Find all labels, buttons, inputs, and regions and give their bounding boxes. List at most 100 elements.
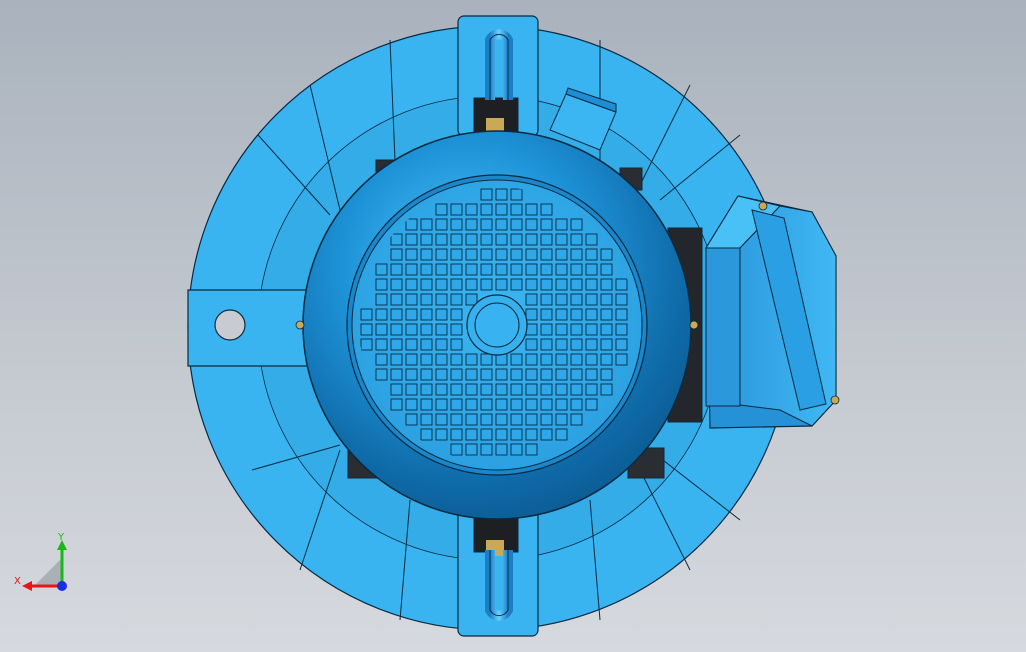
grille-opening — [555, 263, 568, 276]
grille-opening — [540, 293, 553, 306]
grille-opening — [480, 263, 493, 276]
grille-opening — [450, 278, 463, 291]
grille-opening — [555, 233, 568, 246]
grille-opening — [405, 353, 418, 366]
grille-opening — [615, 338, 628, 351]
grille-opening — [390, 353, 403, 366]
grille-opening — [390, 338, 403, 351]
grille-opening — [540, 248, 553, 261]
grille-opening — [525, 203, 538, 216]
grille-opening — [525, 413, 538, 426]
grille-opening — [420, 218, 433, 231]
grille-opening — [450, 368, 463, 381]
grille-opening — [450, 203, 463, 216]
grille-opening — [525, 383, 538, 396]
grille-opening — [585, 233, 598, 246]
grille-opening — [540, 263, 553, 276]
grille-opening — [600, 293, 613, 306]
grille-opening — [600, 323, 613, 336]
grille-opening — [375, 323, 388, 336]
grille-opening — [390, 278, 403, 291]
grille-opening — [390, 368, 403, 381]
grille-opening — [495, 353, 508, 366]
grille-opening — [555, 383, 568, 396]
grille-opening — [420, 383, 433, 396]
grille-opening — [480, 443, 493, 456]
grille-opening — [405, 263, 418, 276]
grille-opening — [585, 323, 598, 336]
grille-opening — [495, 263, 508, 276]
grille-opening — [510, 383, 523, 396]
grille-opening — [495, 278, 508, 291]
grille-opening — [465, 203, 478, 216]
grille-opening — [465, 428, 478, 441]
grille-opening — [375, 338, 388, 351]
grille-opening — [570, 233, 583, 246]
grille-opening — [405, 233, 418, 246]
grille-opening — [360, 308, 373, 321]
terminal-box — [705, 195, 840, 429]
cad-viewport[interactable]: Y X — [0, 0, 1026, 652]
motor-model-view[interactable] — [0, 0, 1026, 652]
grille-opening — [525, 218, 538, 231]
grille-opening — [390, 398, 403, 411]
grille-opening — [465, 293, 478, 306]
grille-opening — [465, 248, 478, 261]
grille-opening — [435, 353, 448, 366]
grille-opening — [480, 248, 493, 261]
grille-opening — [525, 443, 538, 456]
grille-opening — [525, 263, 538, 276]
grille-opening — [450, 353, 463, 366]
grille-opening — [555, 398, 568, 411]
grille-opening — [525, 308, 538, 321]
grille-opening — [435, 293, 448, 306]
grille-opening — [360, 323, 373, 336]
grille-opening — [570, 248, 583, 261]
grille-opening — [600, 278, 613, 291]
grille-opening — [465, 233, 478, 246]
grille-opening — [465, 413, 478, 426]
grille-opening — [450, 338, 463, 351]
grille-opening — [420, 278, 433, 291]
grille-opening — [390, 323, 403, 336]
grille-opening — [375, 353, 388, 366]
grille-opening — [540, 428, 553, 441]
x-axis-label: X — [14, 576, 21, 587]
grille-opening — [450, 413, 463, 426]
z-axis-dot — [57, 581, 67, 591]
grille-opening — [510, 428, 523, 441]
grille-opening — [405, 293, 418, 306]
grille-opening — [540, 383, 553, 396]
grille-opening — [450, 398, 463, 411]
top-lifting-lug — [457, 15, 539, 137]
grille-opening — [420, 293, 433, 306]
grille-opening — [570, 413, 583, 426]
grille-opening — [435, 218, 448, 231]
grille-opening — [585, 383, 598, 396]
grille-opening — [465, 353, 478, 366]
grille-opening — [450, 263, 463, 276]
grille-opening — [435, 203, 448, 216]
grille-opening — [570, 293, 583, 306]
grille-opening — [555, 293, 568, 306]
grille-opening — [540, 398, 553, 411]
fan-cover-hub — [466, 294, 528, 356]
grille-opening — [540, 323, 553, 336]
grille-opening — [615, 293, 628, 306]
grille-opening — [585, 293, 598, 306]
grille-opening — [495, 443, 508, 456]
grille-opening — [375, 368, 388, 381]
grille-opening — [600, 368, 613, 381]
grille-opening — [585, 263, 598, 276]
coordinate-triad: Y X — [14, 532, 67, 591]
grille-opening — [435, 398, 448, 411]
grille-opening — [585, 338, 598, 351]
x-axis-head — [22, 581, 32, 591]
grille-opening — [390, 248, 403, 261]
grille-opening — [435, 233, 448, 246]
grille-opening — [435, 413, 448, 426]
grille-opening — [450, 428, 463, 441]
grille-opening — [570, 353, 583, 366]
grille-opening — [540, 233, 553, 246]
grille-opening — [495, 218, 508, 231]
